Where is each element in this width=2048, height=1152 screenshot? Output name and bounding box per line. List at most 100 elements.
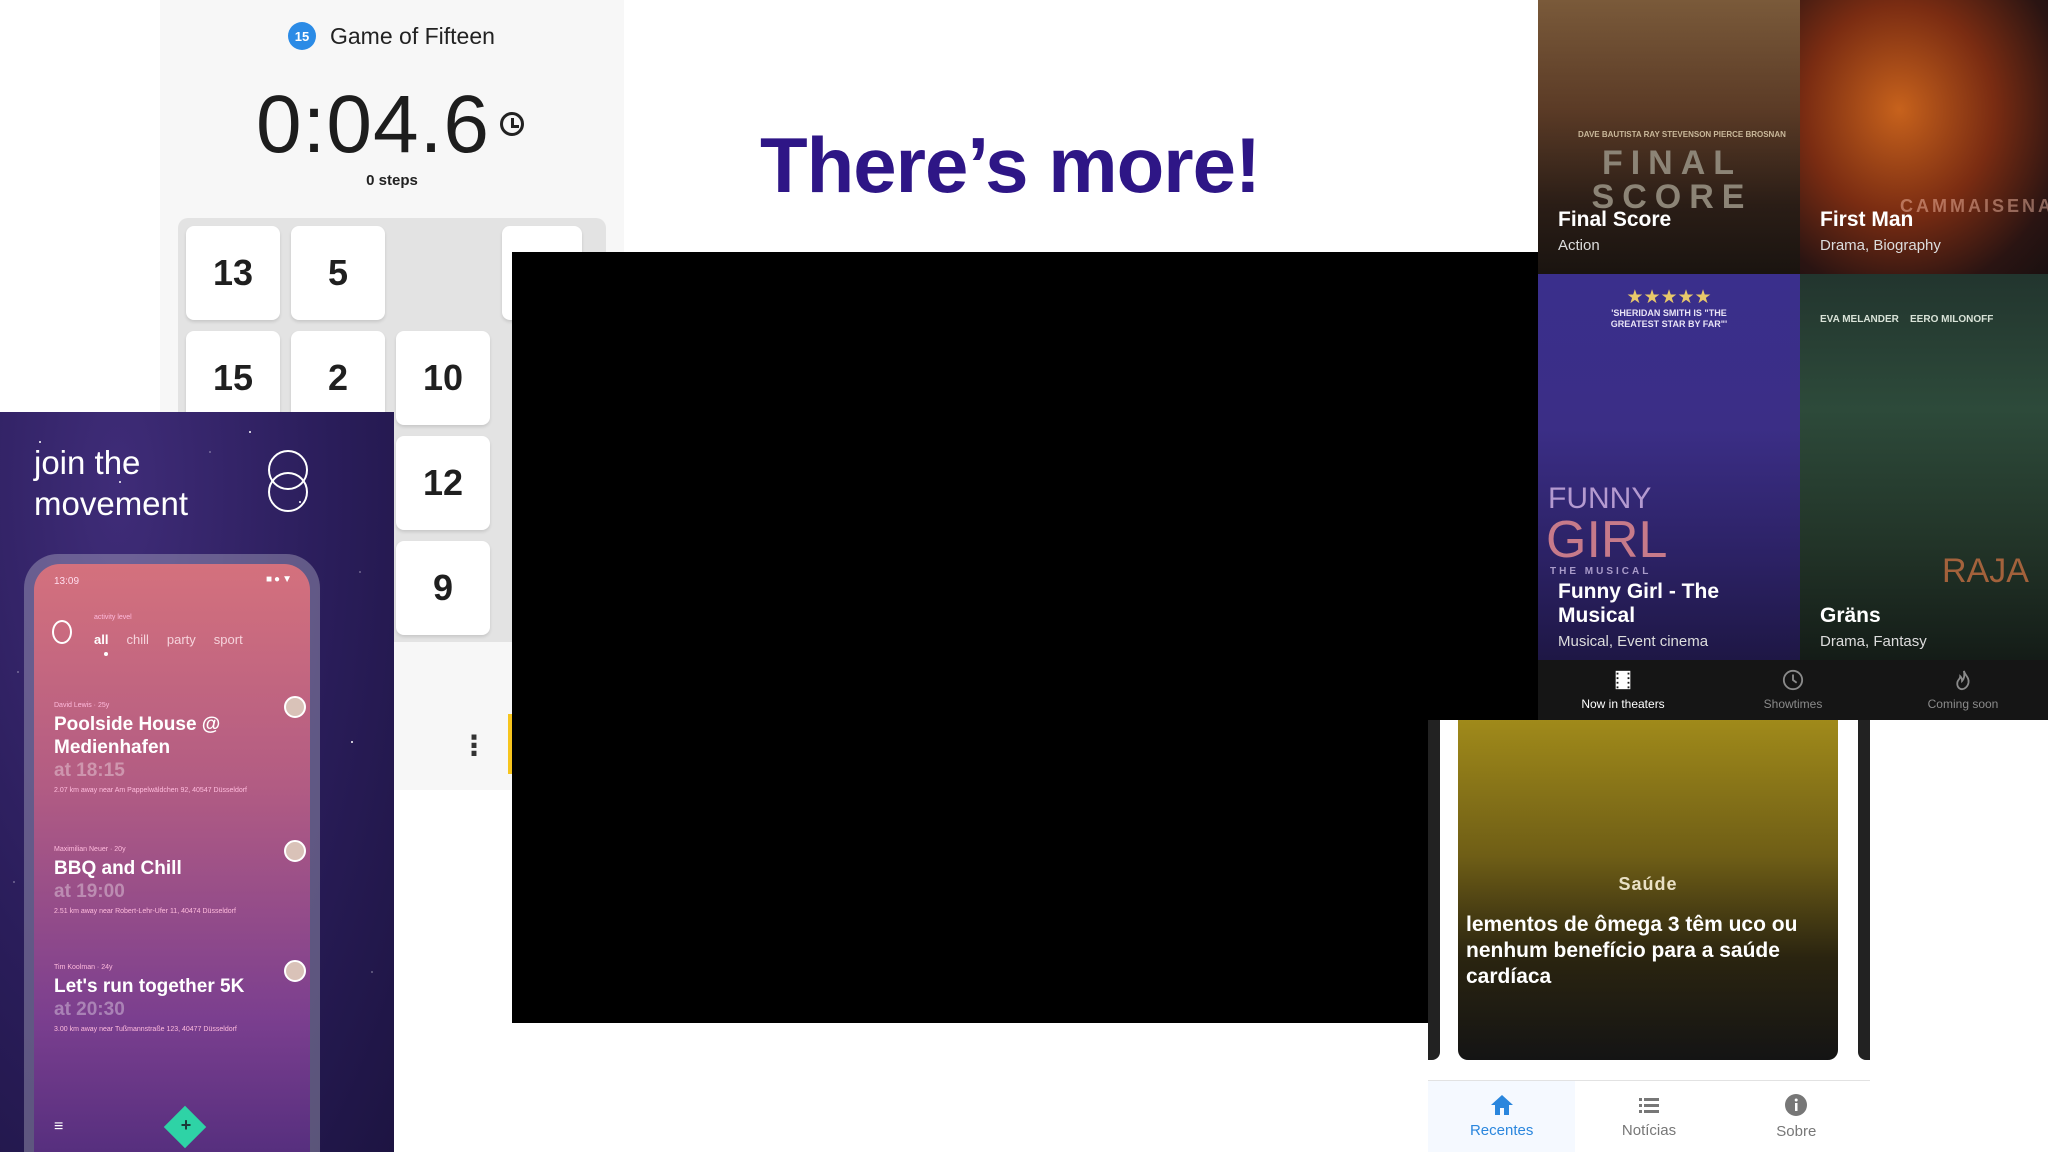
puzzle-tile[interactable]: 2 [291, 331, 385, 425]
poster-artwork-text: FINAL SCORE [1591, 144, 1753, 216]
filter-chill[interactable]: chill [126, 632, 148, 647]
nav-noticias[interactable]: Notícias [1575, 1081, 1722, 1152]
filter-party[interactable]: party [167, 632, 196, 647]
news-category: Saúde [1618, 874, 1678, 894]
tab-label: Coming soon [1927, 697, 1999, 711]
event-time: at 18:15 [54, 760, 125, 781]
movie-poster[interactable]: EVA MELANDER EERO MILONOFF RAJA Gräns Dr… [1800, 274, 2048, 660]
movie-poster[interactable]: DAVE BAUTISTA RAY STEVENSON PIERCE BROSN… [1538, 0, 1800, 274]
movie-caption: First Man Drama, Biography [1820, 208, 1941, 254]
app-badge-icon: 15 [288, 22, 316, 50]
movie-genre: Drama, Fantasy [1820, 633, 1927, 650]
avatar [284, 960, 306, 982]
join-the-movement-panel: join the movement 13:09 ■●▼ activity lev… [0, 412, 394, 1152]
event-address: 2.51 km away near Robert-Lehr-Ufer 11, 4… [54, 908, 236, 915]
event-time: at 20:30 [54, 999, 125, 1020]
filter-all[interactable]: all [94, 632, 108, 647]
hamburger-menu-icon[interactable]: ≡ [54, 1118, 63, 1136]
info-icon [1785, 1094, 1808, 1116]
app-title: Game of Fifteen [330, 22, 495, 49]
selected-filter-indicator [104, 652, 108, 656]
tab-label: Showtimes [1763, 697, 1823, 711]
more-menu-icon[interactable]: ⋮ [460, 732, 488, 760]
event-address: 3.00 km away near Tußmannstraße 123, 404… [54, 1026, 237, 1033]
tab-coming-soon[interactable]: Coming soon [1878, 660, 2048, 720]
clock-icon [500, 112, 524, 136]
nav-sobre[interactable]: Sobre [1723, 1081, 1870, 1152]
activity-filters: all chill party sport [94, 632, 243, 647]
event-time: at 19:00 [54, 881, 125, 902]
movie-poster[interactable]: CAMMAISENA First Man Drama, Biography [1800, 0, 2048, 274]
steps-count: 0 steps [366, 172, 418, 189]
movies-tab-bar: Now in theaters Showtimes Coming soon [1538, 660, 2048, 720]
list-icon [1638, 1098, 1659, 1113]
status-icons: ■●▼ [266, 574, 294, 585]
movement-heading: join the movement [34, 442, 188, 524]
home-icon [1490, 1095, 1513, 1115]
activity-level-label: activity level [94, 614, 132, 621]
video-player[interactable] [512, 252, 1540, 1023]
phone-screen: 13:09 ■●▼ activity level all chill party… [34, 564, 310, 1152]
movie-genre: Musical, Event cinema [1558, 633, 1709, 650]
nav-label: Notícias [1621, 1122, 1677, 1139]
poster-artwork-text: GIRL [1546, 511, 1668, 569]
phone-mockup: 13:09 ■●▼ activity level all chill party… [24, 554, 320, 1152]
nav-label: Sobre [1776, 1123, 1817, 1140]
puzzle-tile[interactable]: 9 [396, 541, 490, 635]
heading-line: join the [34, 444, 141, 481]
movement-logo-icon [266, 450, 310, 514]
news-bottom-nav: Recentes Notícias Sobre [1428, 1080, 1870, 1152]
news-app: Saúde lementos de ômega 3 têm uco ou nen… [1428, 720, 1870, 1152]
event-card[interactable]: David Lewis · 25y Poolside House @ Medie… [54, 702, 284, 795]
puzzle-tile[interactable]: 12 [396, 436, 490, 530]
activity-logo-icon [52, 620, 72, 644]
event-card[interactable]: Maximilian Neuer · 20y BBQ and Chill at … [54, 846, 284, 916]
movie-poster[interactable]: ★★★★★ 'SHERIDAN SMITH IS "THE GREATEST S… [1538, 274, 1800, 660]
event-card[interactable]: Tim Koolman · 24y Let's run together 5K … [54, 964, 284, 1034]
heading-line: movement [34, 485, 189, 522]
movie-caption: Final Score Action [1558, 208, 1671, 254]
flame-icon [1956, 670, 1970, 691]
tab-now-in-theaters[interactable]: Now in theaters [1538, 660, 1708, 720]
rating-stars: ★★★★★ [1626, 287, 1712, 308]
filter-sport[interactable]: sport [214, 632, 243, 647]
poster-quote: 'SHERIDAN SMITH IS "THE GREATEST STAR BY… [1610, 308, 1728, 329]
avatar [284, 696, 306, 718]
tab-label: Now in theaters [1581, 697, 1665, 711]
movies-app: DAVE BAUTISTA RAY STEVENSON PIERCE BROSN… [1538, 0, 2048, 720]
news-card[interactable]: Saúde lementos de ômega 3 têm uco ou nen… [1458, 720, 1838, 1060]
app-header: 15 Game of Fifteen [288, 22, 495, 50]
theres-more-heading: There’s more! [760, 121, 1261, 209]
movie-caption: Gräns Drama, Fantasy [1820, 604, 1927, 650]
poster-credits: DAVE BAUTISTA RAY STEVENSON PIERCE BROSN… [1578, 130, 1786, 139]
puzzle-tile[interactable]: 5 [291, 226, 385, 320]
event-name: Let's run together 5K [54, 976, 245, 997]
poster-artwork-text: THE MUSICAL [1550, 566, 1652, 577]
puzzle-tile[interactable]: 15 [186, 331, 280, 425]
event-address: 2.07 km away near Am Pappelwäldchen 92, … [54, 787, 248, 794]
event-host: Maximilian Neuer · 20y [54, 846, 126, 853]
movie-genre: Drama, Biography [1820, 237, 1941, 254]
tab-showtimes[interactable]: Showtimes [1708, 660, 1878, 720]
poster-credits: EVA MELANDER EERO MILONOFF [1820, 314, 1994, 325]
plus-icon: + [180, 1115, 192, 1135]
poster-artwork-text: RAJA [1942, 552, 2029, 590]
status-time: 13:09 [54, 576, 80, 587]
puzzle-tile[interactable]: 10 [396, 331, 490, 425]
movie-caption: Funny Girl - The Musical Musical, Event … [1558, 580, 1778, 650]
event-host: Tim Koolman · 24y [54, 964, 113, 971]
puzzle-tile[interactable]: 13 [186, 226, 280, 320]
nav-label: Recentes [1469, 1122, 1534, 1139]
clock-icon [1782, 669, 1804, 691]
timer: 0:04.6 [256, 79, 490, 170]
movie-title: Funny Girl - The Musical [1558, 580, 1719, 627]
adjacent-card[interactable] [1858, 720, 1870, 1060]
adjacent-card[interactable] [1428, 720, 1440, 1060]
event-name: BBQ and Chill [54, 858, 182, 879]
nav-recentes[interactable]: Recentes [1428, 1081, 1576, 1152]
movie-genre: Action [1558, 237, 1600, 254]
news-headline: lementos de ômega 3 têm uco ou nenhum be… [1466, 913, 1798, 988]
event-host: David Lewis · 25y [54, 702, 110, 709]
movie-title: First Man [1820, 208, 1914, 231]
avatar [284, 840, 306, 862]
